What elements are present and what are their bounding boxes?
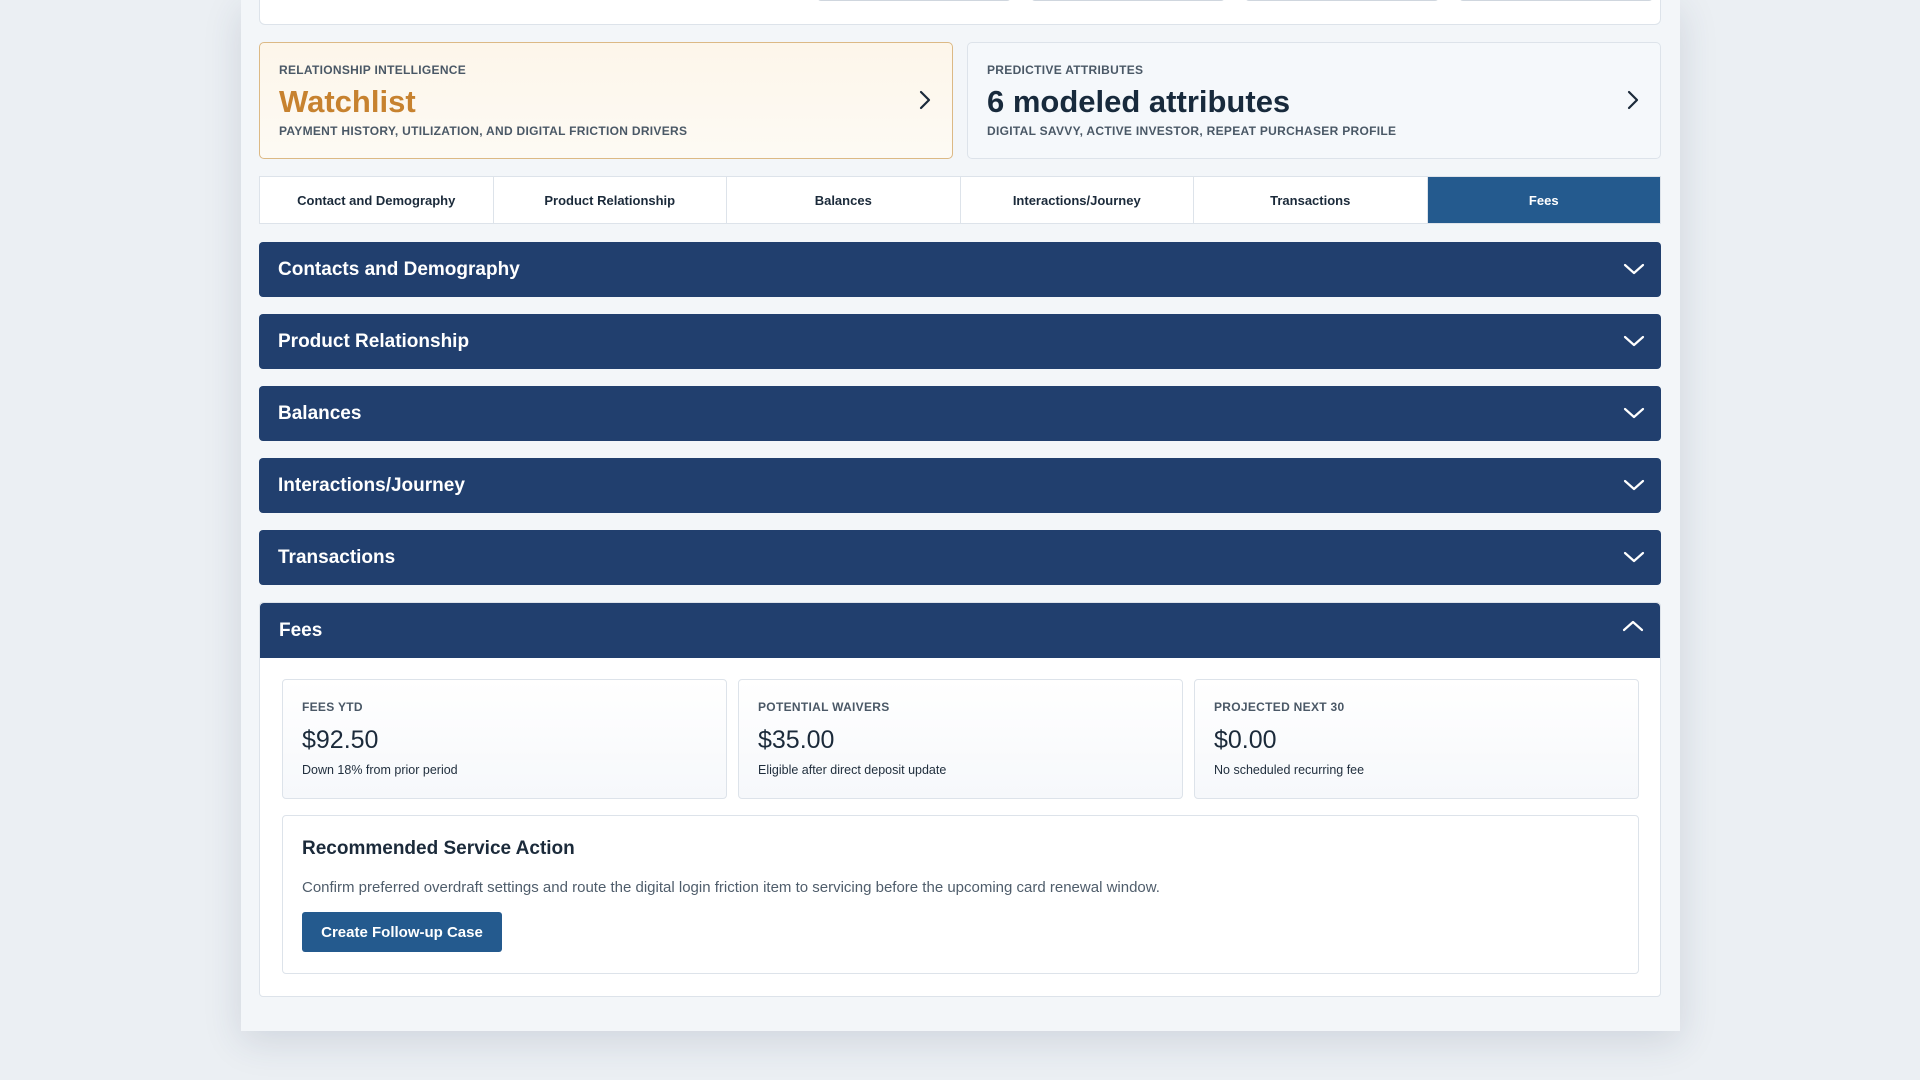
- card-eyebrow: PREDICTIVE ATTRIBUTES: [987, 63, 1144, 77]
- metric-note: Eligible after direct deposit update: [758, 763, 947, 777]
- top-control-stub: [1031, 0, 1225, 1]
- metric-value: $92.50: [302, 726, 379, 754]
- metric-value: $35.00: [758, 726, 835, 754]
- metric-label: PROJECTED NEXT 30: [1214, 700, 1345, 714]
- tab-product-relationship[interactable]: Product Relationship: [494, 177, 727, 223]
- accordion-contacts-demography[interactable]: Contacts and Demography: [259, 242, 1661, 297]
- accordion-title: Transactions: [278, 546, 396, 568]
- accordion-product-relationship[interactable]: Product Relationship: [259, 314, 1661, 369]
- action-description: Confirm preferred overdraft settings and…: [302, 879, 1160, 896]
- chevron-right-icon[interactable]: [914, 89, 936, 111]
- metric-fees-ytd: FEES YTD $92.50 Down 18% from prior peri…: [282, 679, 727, 799]
- watchlist-status: Watchlist: [279, 84, 416, 119]
- section-tabs: Contact and Demography Product Relations…: [259, 176, 1661, 224]
- top-card-remnant: [259, 0, 1661, 25]
- metric-note: Down 18% from prior period: [302, 763, 458, 777]
- card-eyebrow: RELATIONSHIP INTELLIGENCE: [279, 63, 467, 77]
- chevron-right-icon[interactable]: [1622, 89, 1644, 111]
- metric-note: No scheduled recurring fee: [1214, 763, 1365, 777]
- accordion-title: Fees: [279, 619, 323, 641]
- tab-balances[interactable]: Balances: [727, 177, 961, 223]
- tab-interactions-journey[interactable]: Interactions/Journey: [961, 177, 1194, 223]
- modeled-attributes-count: 6 modeled attributes: [987, 84, 1291, 119]
- metric-projected-next-30: PROJECTED NEXT 30 $0.00 No scheduled rec…: [1194, 679, 1639, 799]
- create-follow-up-case-button[interactable]: Create Follow-up Case: [302, 912, 502, 952]
- top-control-stub: [1459, 0, 1653, 1]
- relationship-intelligence-card[interactable]: RELATIONSHIP INTELLIGENCE Watchlist PAYM…: [259, 42, 953, 159]
- tab-contact-demography[interactable]: Contact and Demography: [260, 177, 494, 223]
- chevron-down-icon: [1623, 335, 1645, 347]
- accordion-interactions-journey[interactable]: Interactions/Journey: [259, 458, 1661, 513]
- accordion-title: Contacts and Demography: [278, 258, 520, 280]
- top-control-stub: [1245, 0, 1439, 1]
- chevron-down-icon: [1623, 263, 1645, 275]
- accordion-balances[interactable]: Balances: [259, 386, 1661, 441]
- chevron-down-icon: [1623, 407, 1645, 419]
- recommended-action-card: Recommended Service Action Confirm prefe…: [282, 815, 1639, 974]
- accordion-title: Interactions/Journey: [278, 474, 465, 496]
- accordion-transactions[interactable]: Transactions: [259, 530, 1661, 585]
- metric-label: FEES YTD: [302, 700, 363, 714]
- card-subtitle: PAYMENT HISTORY, UTILIZATION, AND DIGITA…: [279, 124, 688, 138]
- top-control-stub: [817, 0, 1011, 1]
- metric-label: POTENTIAL WAIVERS: [758, 700, 890, 714]
- accordion-title: Product Relationship: [278, 330, 470, 352]
- tab-transactions[interactable]: Transactions: [1194, 177, 1428, 223]
- accordion-fees[interactable]: Fees: [260, 603, 1660, 658]
- predictive-attributes-card[interactable]: PREDICTIVE ATTRIBUTES 6 modeled attribut…: [967, 42, 1661, 159]
- metric-value: $0.00: [1214, 726, 1277, 754]
- card-subtitle: DIGITAL SAVVY, ACTIVE INVESTOR, REPEAT P…: [987, 124, 1397, 138]
- tab-fees[interactable]: Fees: [1427, 177, 1660, 223]
- chevron-down-icon: [1623, 551, 1645, 563]
- chevron-down-icon: [1623, 479, 1645, 491]
- action-title: Recommended Service Action: [302, 838, 575, 859]
- accordion-title: Balances: [278, 402, 362, 424]
- customer-profile-panel: RELATIONSHIP INTELLIGENCE Watchlist PAYM…: [241, 0, 1680, 1031]
- metric-potential-waivers: POTENTIAL WAIVERS $35.00 Eligible after …: [738, 679, 1183, 799]
- accordion-fees-panel: Fees FEES YTD $92.50 Down 18% from prior…: [259, 602, 1661, 997]
- chevron-up-icon: [1622, 620, 1644, 632]
